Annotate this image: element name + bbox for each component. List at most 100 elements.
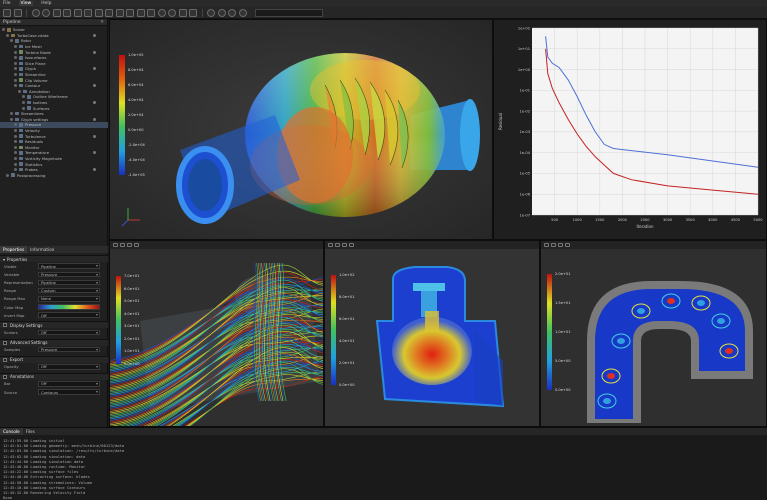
property-section[interactable]: Export [0,355,108,363]
residual-plot-view[interactable]: 1e+02 1e+01 1e+00 1e-01 1e-02 1e-03 1e-04 1e-05… [493,19,767,240]
property-section[interactable]: Display Settings [0,321,108,329]
visibility-eye-icon[interactable] [14,45,17,49]
colormap-picker[interactable] [38,304,100,310]
visibility-eye-icon[interactable] [22,106,25,110]
visibility-eye-icon[interactable] [10,39,13,43]
slice-icon[interactable] [84,8,92,17]
new-file-icon[interactable] [3,8,11,17]
property-dropdown[interactable]: Contours [38,389,100,395]
visibility-eye-icon[interactable] [22,95,25,99]
fit-icon[interactable] [189,8,197,17]
redo-icon[interactable] [42,8,50,17]
tab-files[interactable]: Files [23,428,38,435]
property-dropdown[interactable]: Pressure [38,346,100,353]
visibility-eye-icon[interactable] [6,33,9,37]
main-3d-viewport[interactable]: 1.0e+05 8.0e+04 6.0e+04 4.0e+04 2.0e+04 0.0e+… [109,19,493,240]
property-dropdown[interactable]: Off [38,312,100,318]
visibility-eye-icon[interactable] [14,123,17,127]
visibility-eye-icon[interactable] [14,61,17,65]
zoom-in-icon[interactable] [207,8,215,17]
property-section[interactable]: Advanced Settings [0,338,108,346]
pipeline-item[interactable]: Postprocessing [0,172,108,178]
vortex-core [607,373,615,379]
tab-console[interactable]: Console [0,428,23,435]
calculator-icon[interactable] [147,8,155,17]
pipe-viewport[interactable]: 2.0e+01 1.5e+01 1.0e+01 5.0e+00 0.0e+00 [540,240,767,427]
visibility-eye-icon[interactable] [2,28,5,32]
visibility-eye-icon[interactable] [6,173,9,177]
menu-view[interactable]: View [18,1,34,6]
filter-type-icon [7,28,11,32]
visibility-eye-icon[interactable] [22,101,25,105]
filter-type-icon [19,83,23,88]
streamline-viewport[interactable]: 7.0e+01 6.0e+01 5.0e+01 4.0e+01 3.0e+01 2.0e+… [109,240,324,427]
camera-icon[interactable] [63,8,71,17]
properties-section-header[interactable]: ▾ Properties [0,255,108,262]
stream-icon[interactable] [126,8,134,17]
visibility-eye-icon[interactable] [14,50,17,54]
property-section[interactable]: Annotations [0,372,108,380]
x-tick-label: 4000 [708,218,718,222]
visibility-eye-icon[interactable] [14,128,17,132]
section-checkbox[interactable] [3,357,7,362]
visibility-eye-icon[interactable] [14,56,17,60]
visibility-eye-icon[interactable] [14,168,17,172]
visibility-eye-icon[interactable] [10,112,13,116]
property-dropdown[interactable]: Off [38,329,100,336]
filter-icon[interactable] [73,8,82,17]
search-input[interactable] [255,8,323,17]
section-checkbox[interactable] [3,340,7,345]
zoom-box-icon[interactable] [228,8,236,17]
menu-file[interactable]: File [3,1,11,6]
grid-icon[interactable] [52,8,61,17]
section-viewport[interactable]: 1.0e+02 8.0e+01 6.0e+01 4.0e+01 2.0e+01 0.0e+… [324,240,540,427]
clip-icon[interactable] [94,8,103,17]
filter-type-icon [11,33,15,38]
visibility-eye-icon[interactable] [14,67,17,71]
section-checkbox[interactable] [3,323,7,328]
reset-camera-icon[interactable] [178,8,187,17]
zoom-fit-icon[interactable] [238,8,247,17]
colorbar-tick-label: 2.0e+01 [339,361,355,365]
zoom-out-icon[interactable] [217,8,226,17]
vortex-core [603,398,611,404]
property-dropdown[interactable]: Pressure [38,271,100,278]
visibility-eye-icon[interactable] [14,78,17,82]
section-checkbox[interactable] [3,374,7,379]
glyph-icon[interactable] [115,8,124,17]
undo-icon[interactable] [31,8,40,17]
property-label: Samples [4,347,21,353]
tab-information[interactable]: Information [27,246,57,253]
residual-chart: 1e+02 1e+01 1e+00 1e-01 1e-02 1e-03 1e-04 1e-05… [498,26,763,229]
visibility-eye-icon[interactable] [14,84,17,88]
colorbar-tick-label: 1.0e+02 [339,273,355,277]
open-folder-icon[interactable] [13,8,22,17]
visibility-eye-icon[interactable] [14,145,17,149]
property-dropdown[interactable]: Pipeline [38,263,100,269]
visibility-eye-icon[interactable] [14,73,17,77]
property-dropdown[interactable]: Off [38,364,100,370]
property-dropdown[interactable]: Off [38,381,100,387]
visibility-eye-icon[interactable] [14,140,17,144]
visibility-eye-icon[interactable] [14,156,17,160]
pan-icon[interactable] [168,8,176,17]
pipeline-item-label: Vorticity Magnitude [25,155,62,161]
rotate-icon[interactable] [157,8,166,17]
visibility-eye-icon[interactable] [14,134,17,138]
colorbar-tick-label: 1.0e+01 [555,330,571,334]
threshold-icon[interactable] [136,8,145,17]
property-dropdown[interactable]: None [38,296,100,302]
visibility-eye-icon[interactable] [14,151,17,155]
close-icon[interactable]: ✕ [100,20,104,25]
pipeline-item-label: Temperature [25,150,50,156]
y-tick-label: 1e-05 [520,172,530,176]
contour-icon[interactable] [105,8,113,17]
visibility-eye-icon[interactable] [10,117,13,121]
property-dropdown[interactable]: Custom [38,287,100,294]
colorbar-tick-label: 0.0e+00 [128,128,144,132]
property-dropdown[interactable]: Pipeline [38,279,100,286]
visibility-eye-icon[interactable] [18,89,21,93]
menu-help[interactable]: Help [41,1,51,6]
tab-properties[interactable]: Properties [0,246,28,253]
visibility-eye-icon[interactable] [14,162,17,166]
